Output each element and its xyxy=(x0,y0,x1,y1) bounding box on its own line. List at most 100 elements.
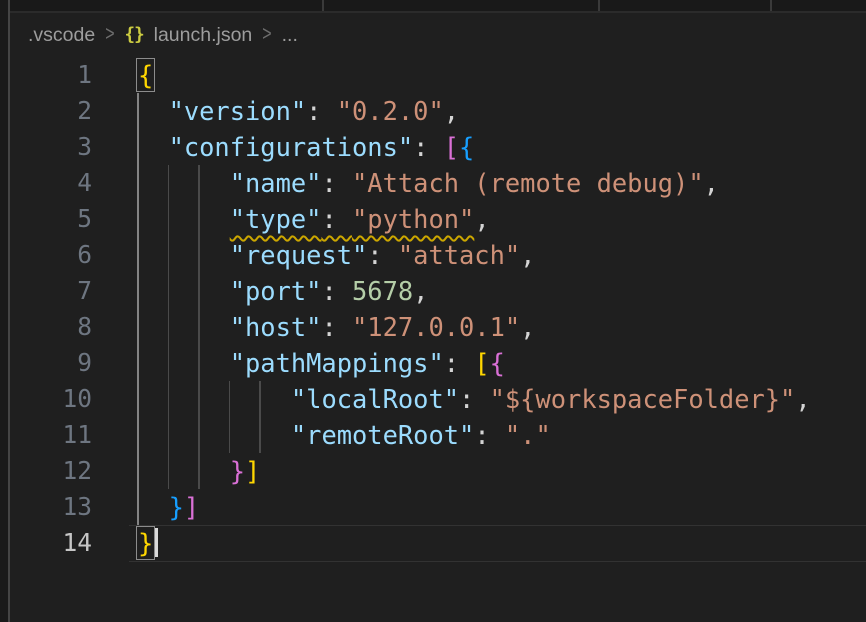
code-token: , xyxy=(520,312,535,342)
code-line-1[interactable]: 1{ xyxy=(0,57,866,93)
code-line-2[interactable]: 2 "version": "0.2.0", xyxy=(0,93,866,129)
code-token: "localRoot" xyxy=(291,384,459,414)
breadcrumb-symbol-ellipsis[interactable]: ... xyxy=(282,24,298,47)
warning-squiggle: "type": "python" xyxy=(230,204,475,234)
code-line-9[interactable]: 9 "pathMappings": [{ xyxy=(0,345,866,381)
code-token xyxy=(138,492,169,522)
code-line-content: "localRoot": "${workspaceFolder}", xyxy=(92,381,866,417)
code-token: : xyxy=(444,348,475,378)
code-token: [ xyxy=(474,348,489,378)
code-token: "request" xyxy=(230,240,368,270)
text-cursor xyxy=(155,528,158,557)
tab-divider xyxy=(770,0,772,11)
line-number[interactable]: 2 xyxy=(0,93,92,129)
code-token xyxy=(138,132,169,162)
code-token: "0.2.0" xyxy=(337,96,444,126)
code-token xyxy=(138,420,291,450)
line-number[interactable]: 13 xyxy=(0,489,92,525)
code-token: ] xyxy=(184,492,199,522)
code-line-8[interactable]: 8 "host": "127.0.0.1", xyxy=(0,309,866,345)
code-token: , xyxy=(474,204,489,234)
code-token: "attach" xyxy=(398,240,520,270)
code-token: : xyxy=(459,384,490,414)
code-line-14[interactable]: 14} xyxy=(0,525,866,561)
code-token: "type" xyxy=(230,204,322,234)
code-token: : xyxy=(321,312,352,342)
code-lines: 1{2 "version": "0.2.0",3 "configurations… xyxy=(0,57,866,561)
code-token: "pathMappings" xyxy=(230,348,444,378)
code-line-content: "request": "attach", xyxy=(92,237,866,273)
line-number[interactable]: 11 xyxy=(0,417,92,453)
line-number[interactable]: 9 xyxy=(0,345,92,381)
code-line-6[interactable]: 6 "request": "attach", xyxy=(0,237,866,273)
code-line-11[interactable]: 11 "remoteRoot": "." xyxy=(0,417,866,453)
code-line-content: }] xyxy=(92,489,866,525)
line-number[interactable]: 6 xyxy=(0,237,92,273)
breadcrumb-file[interactable]: launch.json xyxy=(154,24,253,47)
tab-bar-edge xyxy=(0,0,866,13)
code-token: "python" xyxy=(352,204,474,234)
code-token xyxy=(138,240,230,270)
code-line-12[interactable]: 12 }] xyxy=(0,453,866,489)
line-number[interactable]: 1 xyxy=(0,57,92,93)
code-line-7[interactable]: 7 "port": 5678, xyxy=(0,273,866,309)
breadcrumb: .vscode > {} launch.json > ... xyxy=(10,13,866,57)
code-token: , xyxy=(444,96,459,126)
code-token xyxy=(138,96,169,126)
code-token xyxy=(138,384,291,414)
code-token: : xyxy=(321,168,352,198)
code-line-3[interactable]: 3 "configurations": [{ xyxy=(0,129,866,165)
code-token: : xyxy=(321,276,352,306)
chevron-right-icon: > xyxy=(105,23,114,47)
code-line-10[interactable]: 10 "localRoot": "${workspaceFolder}", xyxy=(0,381,866,417)
code-line-content: "port": 5678, xyxy=(92,273,866,309)
line-number[interactable]: 5 xyxy=(0,201,92,237)
code-token: ] xyxy=(245,456,260,486)
code-line-5[interactable]: 5 "type": "python", xyxy=(0,201,866,237)
code-line-content: "host": "127.0.0.1", xyxy=(92,309,866,345)
tab-divider xyxy=(322,0,324,11)
line-number[interactable]: 8 xyxy=(0,309,92,345)
code-token: , xyxy=(795,384,810,414)
code-token: "name" xyxy=(230,168,322,198)
line-number[interactable]: 14 xyxy=(0,525,92,561)
code-token: : xyxy=(413,132,444,162)
code-token: "host" xyxy=(230,312,322,342)
code-line-4[interactable]: 4 "name": "Attach (remote debug)", xyxy=(0,165,866,201)
code-token: : xyxy=(306,96,337,126)
code-line-13[interactable]: 13 }] xyxy=(0,489,866,525)
breadcrumb-folder[interactable]: .vscode xyxy=(28,24,95,47)
line-number[interactable]: 3 xyxy=(0,129,92,165)
code-token: { xyxy=(490,348,505,378)
tab-divider xyxy=(598,0,600,11)
code-token: { xyxy=(138,60,153,90)
code-token: "." xyxy=(505,420,551,450)
code-line-content: "name": "Attach (remote debug)", xyxy=(92,165,866,201)
code-token: "remoteRoot" xyxy=(291,420,474,450)
code-token: 5678 xyxy=(352,276,413,306)
code-line-content: "type": "python", xyxy=(92,201,866,237)
code-token: } xyxy=(169,492,184,522)
line-number[interactable]: 7 xyxy=(0,273,92,309)
code-line-content: "remoteRoot": "." xyxy=(92,417,866,453)
code-token: "${workspaceFolder}" xyxy=(490,384,796,414)
code-token: { xyxy=(459,132,474,162)
code-line-content: "pathMappings": [{ xyxy=(92,345,866,381)
line-number[interactable]: 12 xyxy=(0,453,92,489)
code-token: } xyxy=(138,528,153,558)
code-token xyxy=(138,348,230,378)
json-file-icon: {} xyxy=(125,25,144,45)
code-token: } xyxy=(230,456,245,486)
code-editor[interactable]: 1{2 "version": "0.2.0",3 "configurations… xyxy=(0,57,866,622)
code-token: : xyxy=(321,204,352,234)
code-line-content: } xyxy=(92,525,866,561)
line-number[interactable]: 4 xyxy=(0,165,92,201)
code-token: , xyxy=(704,168,719,198)
code-token xyxy=(138,204,230,234)
vscode-editor-window: .vscode > {} launch.json > ... 1{2 "vers… xyxy=(0,0,866,622)
code-token: [ xyxy=(444,132,459,162)
code-token: "version" xyxy=(169,96,307,126)
line-number[interactable]: 10 xyxy=(0,381,92,417)
code-token: : xyxy=(474,420,505,450)
code-line-content: "configurations": [{ xyxy=(92,129,866,165)
